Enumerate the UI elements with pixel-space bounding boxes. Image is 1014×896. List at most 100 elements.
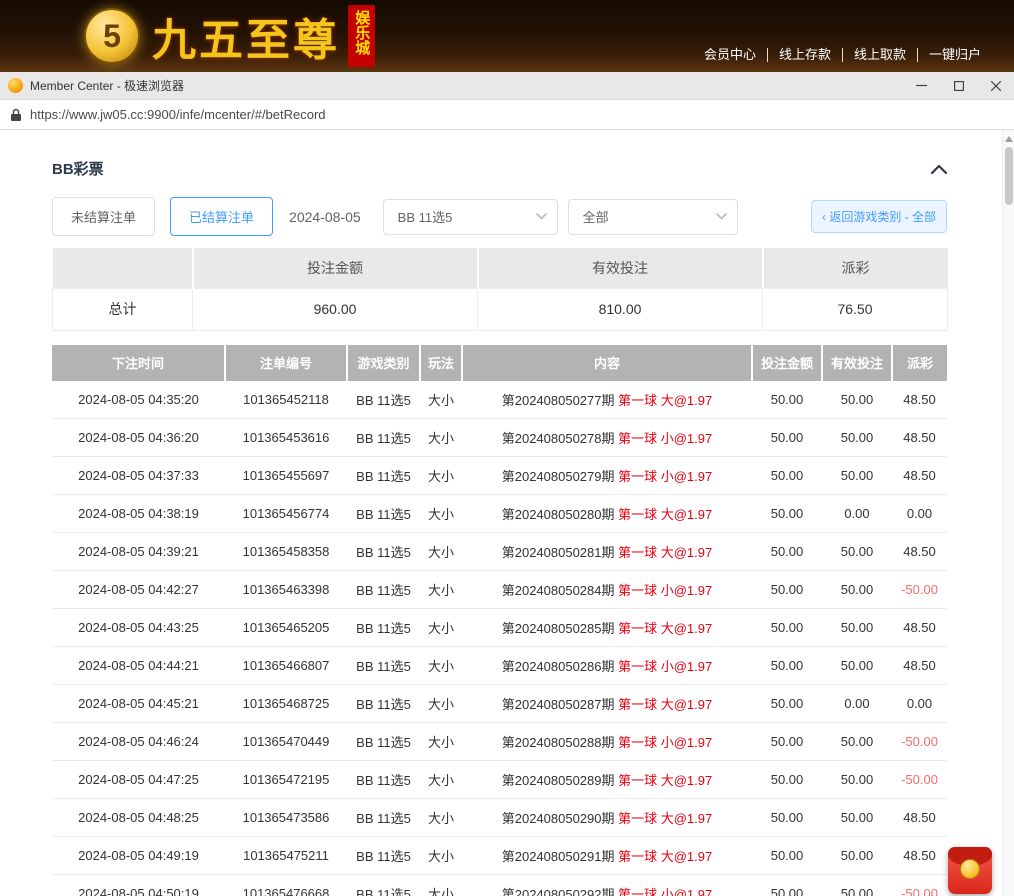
nav-online-deposit[interactable]: 线上存款 [767,48,842,62]
content-detail: 第一球 小@1.97 [618,887,712,896]
bet-record-page: BB彩票 未结算注单 已结算注单 2024-08-05 BB 11选5 全部 [52,158,947,896]
chevron-up-icon [931,164,947,174]
logo-emblem-icon: 5 [84,8,140,64]
table-row: 2024-08-05 04:43:25 101365465205 BB 11选5… [52,609,947,647]
cell-bet-amount: 50.00 [752,533,822,571]
cell-valid-bet: 50.00 [822,799,892,837]
cell-payout: 0.00 [892,685,947,723]
cell-valid-bet: 50.00 [822,419,892,457]
cell-bet-time: 2024-08-05 04:45:21 [52,685,225,723]
url-bar[interactable]: https://www.jw05.cc:9900/infe/mcenter/#/… [0,100,1014,130]
cell-content: 第202408050289期 第一球 大@1.97 [462,761,752,799]
cell-payout: -50.00 [892,571,947,609]
table-row: 2024-08-05 04:38:19 101365456774 BB 11选5… [52,495,947,533]
cell-valid-bet: 50.00 [822,571,892,609]
header-game-category: 游戏类别 [347,345,420,381]
cell-bet-time: 2024-08-05 04:47:25 [52,761,225,799]
cell-content: 第202408050284期 第一球 小@1.97 [462,571,752,609]
cell-play-type: 大小 [420,761,462,799]
scope-select[interactable]: 全部 [568,199,738,235]
nav-online-withdraw[interactable]: 线上取款 [842,48,917,62]
summary-total-label: 总计 [53,288,193,330]
table-row: 2024-08-05 04:47:25 101365472195 BB 11选5… [52,761,947,799]
collapse-section-button[interactable] [931,164,947,174]
browser-tab-title: Member Center - 极速浏览器 [30,77,184,94]
nav-member-center[interactable]: 会员中心 [693,48,767,62]
content-period: 第202408050291期 [502,849,615,864]
cell-order-id: 101365463398 [225,571,347,609]
cell-valid-bet: 50.00 [822,837,892,875]
cell-play-type: 大小 [420,875,462,896]
cell-content: 第202408050277期 第一球 大@1.97 [462,381,752,419]
cell-content: 第202408050288期 第一球 小@1.97 [462,723,752,761]
date-picker[interactable]: 2024-08-05 [289,209,361,225]
cell-order-id: 101365456774 [225,495,347,533]
cell-play-type: 大小 [420,609,462,647]
table-row: 2024-08-05 04:39:21 101365458358 BB 11选5… [52,533,947,571]
content-detail: 第一球 小@1.97 [618,659,712,674]
maximize-button[interactable] [940,72,977,99]
cell-play-type: 大小 [420,457,462,495]
summary-header-valid-bet: 有效投注 [478,248,763,288]
cell-game-category: BB 11选5 [347,799,420,837]
cell-bet-time: 2024-08-05 04:48:25 [52,799,225,837]
tab-settled-bets[interactable]: 已结算注单 [170,197,273,236]
chevron-down-icon [536,213,547,220]
nav-one-key-transfer[interactable]: 一键归户 [917,48,992,62]
browser-titlebar: Member Center - 极速浏览器 [0,72,1014,100]
cell-order-id: 101365452118 [225,381,347,419]
cell-valid-bet: 50.00 [822,381,892,419]
scrollbar-up-arrow-icon[interactable] [1005,136,1013,142]
content-period: 第202408050278期 [502,431,615,446]
cell-play-type: 大小 [420,419,462,457]
cell-bet-amount: 50.00 [752,381,822,419]
bet-table-header-row: 下注时间 注单编号 游戏类别 玩法 内容 投注金额 有效投注 派彩 [52,345,947,381]
cell-payout: -50.00 [892,761,947,799]
content-detail: 第一球 大@1.97 [618,507,712,522]
summary-total-payout: 76.50 [763,288,948,330]
cell-valid-bet: 50.00 [822,723,892,761]
cell-bet-amount: 50.00 [752,571,822,609]
table-row: 2024-08-05 04:44:21 101365466807 BB 11选5… [52,647,947,685]
cell-content: 第202408050287期 第一球 大@1.97 [462,685,752,723]
cell-game-category: BB 11选5 [347,685,420,723]
cell-payout: 48.50 [892,837,947,875]
cell-valid-bet: 50.00 [822,761,892,799]
cell-order-id: 101365476668 [225,875,347,896]
cell-bet-time: 2024-08-05 04:35:20 [52,381,225,419]
red-packet-icon[interactable] [948,847,992,894]
content-period: 第202408050285期 [502,621,615,636]
content-period: 第202408050279期 [502,469,615,484]
table-row: 2024-08-05 04:37:33 101365455697 BB 11选5… [52,457,947,495]
cell-bet-amount: 50.00 [752,685,822,723]
cell-valid-bet: 50.00 [822,609,892,647]
scrollbar-thumb[interactable] [1005,147,1013,205]
back-to-game-category-button[interactable]: ‹ 返回游戏类别 - 全部 [811,200,947,233]
content-detail: 第一球 大@1.97 [618,393,712,408]
maximize-icon [954,81,964,91]
summary-header-row: 投注金额 有效投注 派彩 [53,248,948,288]
site-banner: 5 九五至尊 娱乐城 会员中心 线上存款 线上取款 一键归户 [0,0,1014,72]
content-detail: 第一球 大@1.97 [618,811,712,826]
header-bet-time: 下注时间 [52,345,225,381]
minimize-button[interactable] [903,72,940,99]
cell-order-id: 101365472195 [225,761,347,799]
cell-game-category: BB 11选5 [347,419,420,457]
cell-payout: -50.00 [892,723,947,761]
cell-order-id: 101365458358 [225,533,347,571]
content-period: 第202408050287期 [502,697,615,712]
table-row: 2024-08-05 04:50:19 101365476668 BB 11选5… [52,875,947,896]
cell-play-type: 大小 [420,685,462,723]
close-icon [991,81,1001,91]
tab-unsettled-bets[interactable]: 未结算注单 [52,197,155,236]
close-button[interactable] [977,72,1014,99]
cell-content: 第202408050292期 第一球 小@1.97 [462,875,752,896]
cell-content: 第202408050290期 第一球 大@1.97 [462,799,752,837]
scrollbar-track[interactable] [1002,130,1014,896]
page-title: BB彩票 [52,158,104,179]
header-play-type: 玩法 [420,345,462,381]
content-period: 第202408050281期 [502,545,615,560]
cell-play-type: 大小 [420,533,462,571]
cell-order-id: 101365465205 [225,609,347,647]
game-select[interactable]: BB 11选5 [383,199,558,235]
